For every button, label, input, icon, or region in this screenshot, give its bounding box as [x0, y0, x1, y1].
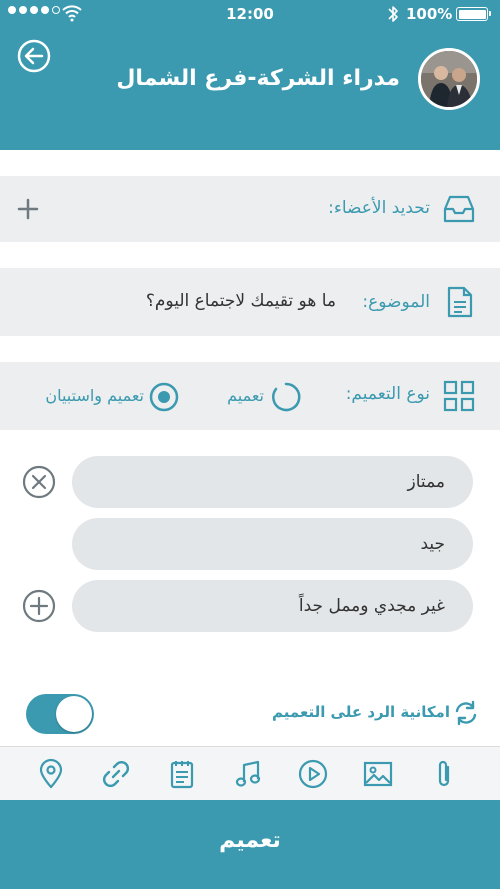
- option-broadcast-poll[interactable]: تعميم واستبيان: [45, 386, 144, 405]
- page-title: مدراء الشركة-فرع الشمال: [116, 66, 400, 91]
- inbox-icon: [443, 195, 475, 223]
- reply-toggle[interactable]: [26, 694, 94, 734]
- send-button-label: تعميم: [219, 828, 281, 853]
- remove-option-icon[interactable]: [22, 465, 56, 499]
- battery-percentage: 100%: [406, 5, 453, 23]
- link-icon[interactable]: [100, 758, 132, 790]
- add-member-icon[interactable]: [16, 197, 40, 221]
- music-icon[interactable]: [232, 758, 264, 790]
- radio-selected-icon[interactable]: [148, 381, 180, 413]
- location-icon[interactable]: [35, 758, 67, 790]
- reply-label: امكانية الرد على التعميم: [272, 703, 450, 721]
- broadcast-type-row: تعميم واستبيان تعميم نوع التعميم:: [0, 362, 500, 430]
- radio-unselected-icon[interactable]: [270, 381, 302, 413]
- attachment-toolbar: [0, 746, 500, 800]
- status-bar: 12:00 100%: [0, 0, 500, 28]
- group-avatar[interactable]: [418, 48, 480, 110]
- poll-option[interactable]: غير مجدي وممل جداً: [72, 580, 473, 632]
- image-icon[interactable]: [362, 758, 394, 790]
- poll-option[interactable]: جيد: [72, 518, 473, 570]
- calendar-icon[interactable]: [166, 758, 198, 790]
- bluetooth-icon: [388, 6, 398, 22]
- broadcast-type-label: نوع التعميم:: [345, 384, 430, 404]
- subject-value[interactable]: ما هو تقيمك لاجتماع اليوم؟: [146, 291, 336, 311]
- back-button[interactable]: [16, 38, 52, 74]
- grid-icon: [443, 380, 475, 412]
- subject-row[interactable]: ما هو تقيمك لاجتماع اليوم؟ الموضوع:: [0, 268, 500, 336]
- option-broadcast[interactable]: تعميم: [227, 386, 264, 405]
- paperclip-icon[interactable]: [428, 758, 460, 790]
- members-row[interactable]: تحديد الأعضاء:: [0, 176, 500, 242]
- members-label: تحديد الأعضاء:: [328, 198, 430, 218]
- refresh-icon: [455, 700, 477, 726]
- subject-label: الموضوع:: [362, 292, 430, 312]
- document-icon: [447, 286, 473, 318]
- battery-icon: [456, 7, 491, 21]
- send-button[interactable]: تعميم: [0, 800, 500, 889]
- poll-option[interactable]: ممتاز: [72, 456, 473, 508]
- add-option-icon[interactable]: [22, 589, 56, 623]
- video-icon[interactable]: [297, 758, 329, 790]
- header: مدراء الشركة-فرع الشمال: [0, 28, 500, 150]
